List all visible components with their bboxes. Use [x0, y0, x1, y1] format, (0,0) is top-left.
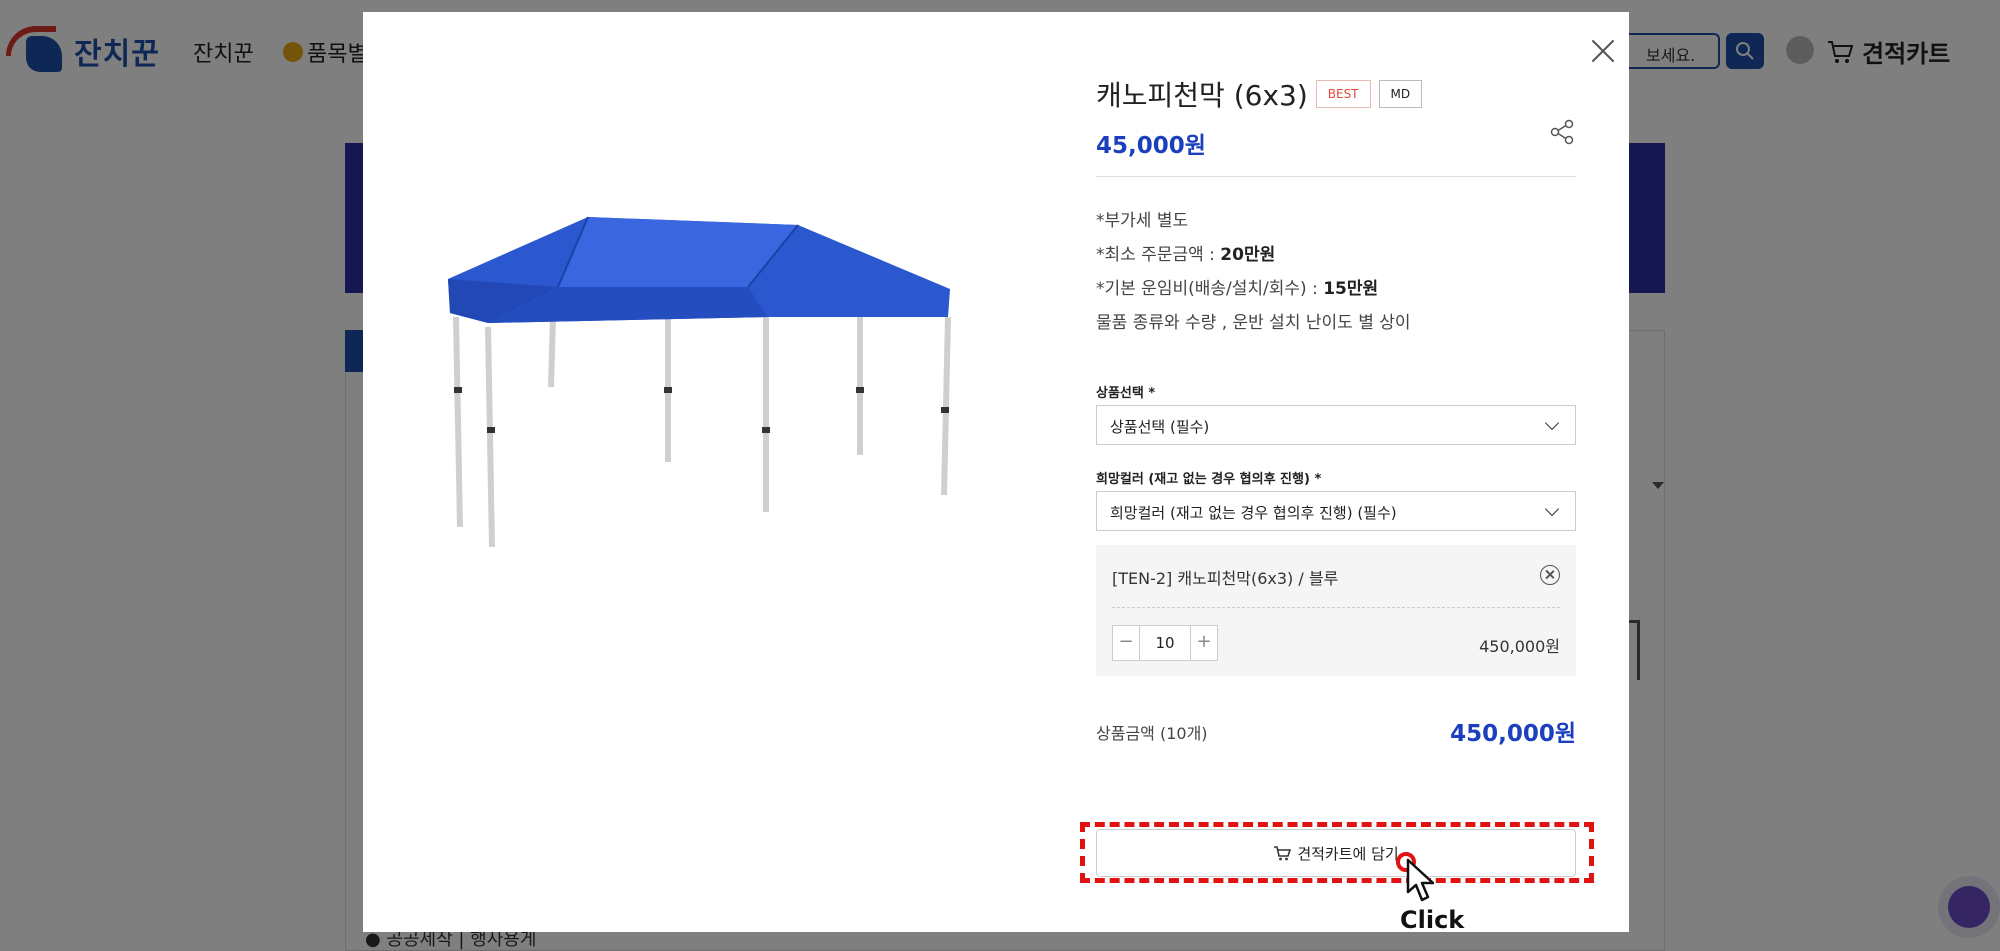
product-title: 캐노피천막 (6x3): [1096, 79, 1308, 112]
note-vat: *부가세 별도: [1096, 211, 1189, 231]
quantity-input[interactable]: 10: [1139, 626, 1191, 660]
decrease-button[interactable]: −: [1113, 626, 1139, 660]
chevron-down-icon: [1544, 501, 1560, 517]
quantity-stepper: − 10 +: [1112, 625, 1218, 661]
color-select[interactable]: 희망컬러 (재고 없는 경우 협의후 진행) (필수): [1096, 491, 1576, 531]
best-badge: BEST: [1315, 80, 1371, 108]
share-icon[interactable]: [1548, 118, 1576, 146]
color-select-value: 희망컬러 (재고 없는 경우 협의후 진행) (필수): [1110, 504, 1397, 522]
option-price: 450,000원: [1479, 637, 1560, 656]
product-select-value: 상품선택 (필수): [1110, 418, 1210, 436]
click-highlight: [1080, 822, 1594, 883]
divider: [1096, 176, 1576, 177]
selected-option: [TEN-2] 캐노피천막(6x3) / 블루 − 10 + 450,000원: [1096, 545, 1576, 676]
product-price: 45,000원: [1096, 133, 1206, 159]
product-modal: 캐노피천막 (6x3) BEST MD 45,000원 *부가세 별도 *최소 …: [363, 12, 1629, 932]
canopy-tent-image: [448, 216, 951, 547]
md-badge: MD: [1378, 80, 1423, 108]
note-shipping: *기본 운임비(배송/설치/회수) : 15만원: [1096, 279, 1379, 299]
note-extra: 물품 종류와 수량 , 운반 설치 난이도 별 상이: [1096, 313, 1411, 333]
option-name: [TEN-2] 캐노피천막(6x3) / 블루: [1112, 569, 1339, 588]
chevron-down-icon: [1544, 415, 1560, 431]
close-button[interactable]: [1585, 34, 1621, 70]
option-divider: [1112, 607, 1560, 608]
increase-button[interactable]: +: [1191, 626, 1217, 660]
product-select[interactable]: 상품선택 (필수): [1096, 405, 1576, 445]
total-price: 450,000원: [1450, 721, 1576, 747]
click-label: Click: [1400, 906, 1465, 934]
total-label: 상품금액 (10개): [1096, 724, 1208, 743]
title-row: 캐노피천막 (6x3) BEST MD: [1096, 74, 1423, 114]
mouse-cursor-icon: [1406, 858, 1435, 902]
product-select-label: 상품선택 *: [1096, 386, 1156, 401]
note-min-order: *최소 주문금액 : 20만원: [1096, 245, 1276, 265]
color-select-label: 희망컬러 (재고 없는 경우 협의후 진행) *: [1096, 472, 1322, 487]
remove-option-icon[interactable]: [1540, 565, 1560, 585]
product-notes: *부가세 별도 *최소 주문금액 : 20만원 *기본 운임비(배송/설치/회수…: [1096, 204, 1411, 340]
